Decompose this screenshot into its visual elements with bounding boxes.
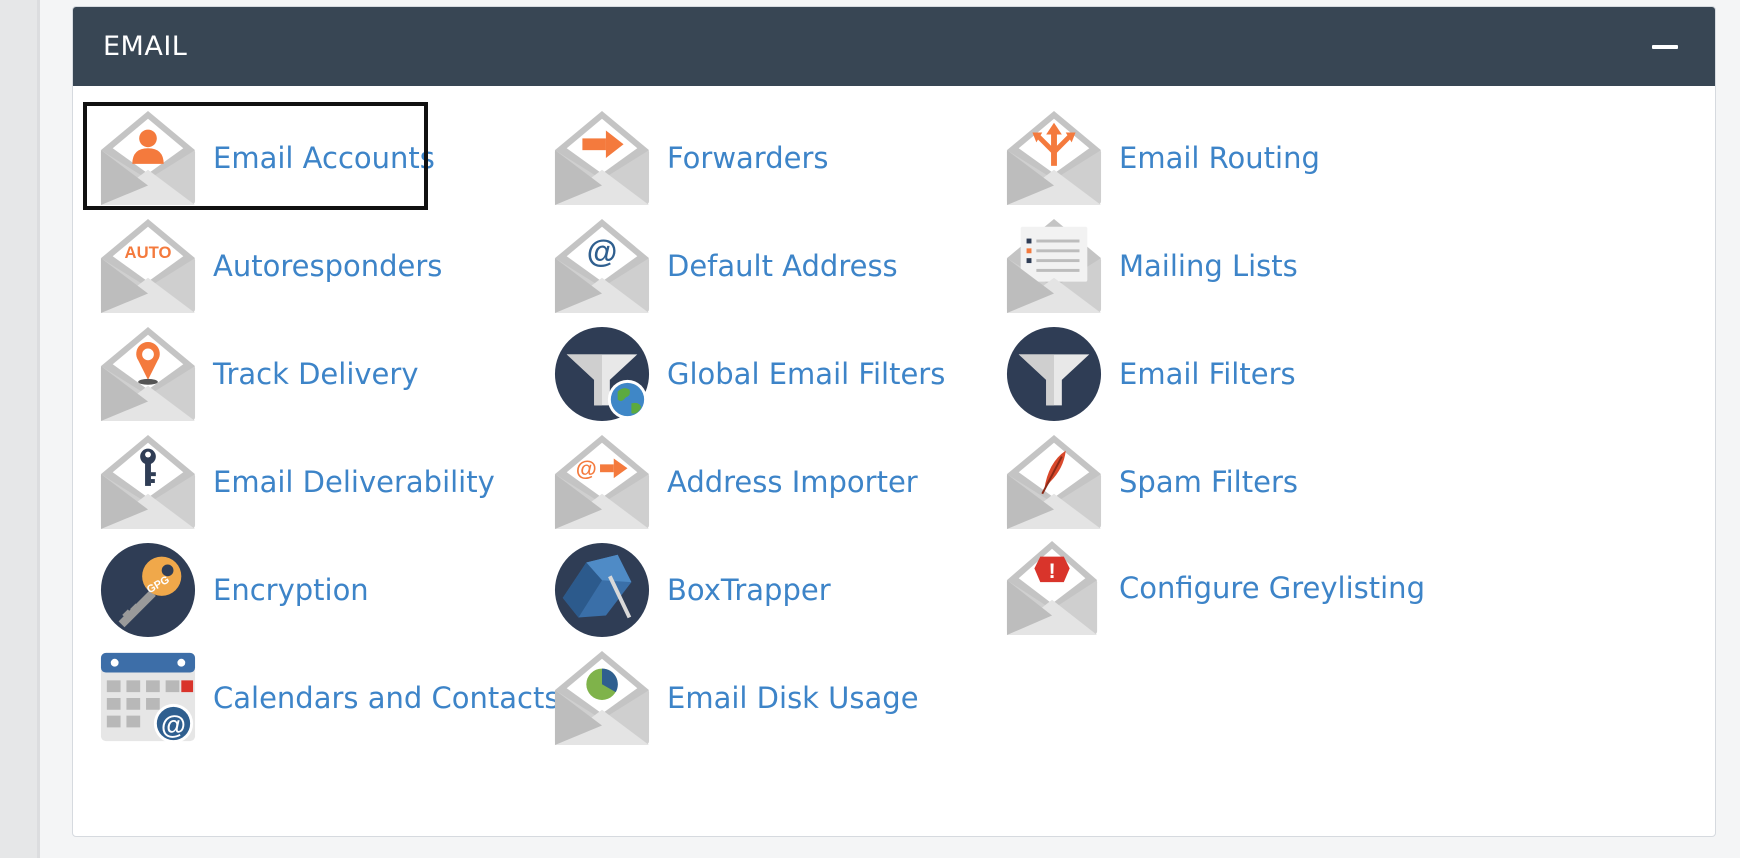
item-address-importer[interactable]: @ Address Importer (553, 432, 918, 532)
envelope-warning-icon: ! (1006, 540, 1098, 636)
item-spam-filters[interactable]: Spam Filters (1005, 432, 1298, 532)
item-configure-greylisting[interactable]: ! Configure Greylisting (1005, 538, 1425, 638)
item-label: Email Routing (1119, 141, 1320, 175)
item-label: Mailing Lists (1119, 249, 1298, 283)
svg-text:@: @ (161, 711, 186, 739)
item-label: Address Importer (667, 465, 918, 499)
envelope-pin-icon (100, 326, 196, 422)
item-default-address[interactable]: @ Default Address (553, 216, 898, 316)
item-email-routing[interactable]: Email Routing (1005, 108, 1320, 208)
left-sidebar-edge (0, 0, 40, 858)
envelope-at-icon: @ (554, 218, 650, 314)
funnel-globe-icon (554, 326, 650, 422)
svg-text:@: @ (587, 234, 618, 269)
envelope-key-icon (100, 434, 196, 530)
envelope-user-icon (100, 110, 196, 206)
funnel-icon (1006, 326, 1102, 422)
email-panel: EMAIL Email Accounts Forwarders Email Ro… (72, 6, 1716, 837)
svg-text:@: @ (576, 456, 597, 481)
envelope-arrow-icon (554, 110, 650, 206)
envelope-at-arrow-icon: @ (554, 434, 650, 530)
item-email-filters[interactable]: Email Filters (1005, 324, 1296, 424)
item-label: BoxTrapper (667, 573, 831, 607)
envelope-auto-icon: AUTO (100, 218, 196, 314)
calendar-at-icon: @ (100, 652, 196, 744)
item-label: Default Address (667, 249, 898, 283)
item-label: Encryption (213, 573, 369, 607)
email-tools-grid: Email Accounts Forwarders Email Routing … (73, 86, 1715, 836)
item-forwarders[interactable]: Forwarders (553, 108, 829, 208)
item-label: Email Filters (1119, 357, 1296, 391)
svg-text:AUTO: AUTO (125, 243, 172, 262)
item-track-delivery[interactable]: Track Delivery (99, 324, 418, 424)
item-label: Configure Greylisting (1119, 571, 1425, 605)
item-boxtrapper[interactable]: BoxTrapper (553, 540, 831, 640)
item-label: Email Deliverability (213, 465, 495, 499)
item-global-email-filters[interactable]: Global Email Filters (553, 324, 945, 424)
item-label: Forwarders (667, 141, 829, 175)
minus-icon (1652, 44, 1678, 49)
collapse-button[interactable] (1645, 27, 1685, 67)
envelope-list-icon (1006, 218, 1102, 314)
item-label: Spam Filters (1119, 465, 1298, 499)
item-autoresponders[interactable]: AUTO Autoresponders (99, 216, 442, 316)
item-label: Email Accounts (213, 141, 435, 175)
item-label: Calendars and Contacts (213, 681, 560, 715)
envelope-routing-icon (1006, 110, 1102, 206)
item-encryption[interactable]: GPG Encryption (99, 540, 369, 640)
item-label: Email Disk Usage (667, 681, 919, 715)
gpg-key-icon: GPG (100, 542, 196, 638)
item-label: Autoresponders (213, 249, 443, 283)
item-label: Global Email Filters (667, 357, 946, 391)
panel-title: EMAIL (103, 31, 188, 62)
item-mailing-lists[interactable]: Mailing Lists (1005, 216, 1298, 316)
panel-header[interactable]: EMAIL (73, 7, 1715, 86)
item-email-deliverability[interactable]: Email Deliverability (99, 432, 495, 532)
item-label: Track Delivery (213, 357, 419, 391)
item-email-accounts[interactable]: Email Accounts (99, 108, 435, 208)
envelope-feather-icon (1006, 434, 1102, 530)
item-email-disk-usage[interactable]: Email Disk Usage (553, 648, 919, 748)
item-calendars-and-contacts[interactable]: @ Calendars and Contacts (99, 648, 559, 748)
svg-text:!: ! (1048, 558, 1055, 583)
envelope-pie-icon (554, 650, 650, 746)
boxtrapper-icon (554, 542, 650, 638)
